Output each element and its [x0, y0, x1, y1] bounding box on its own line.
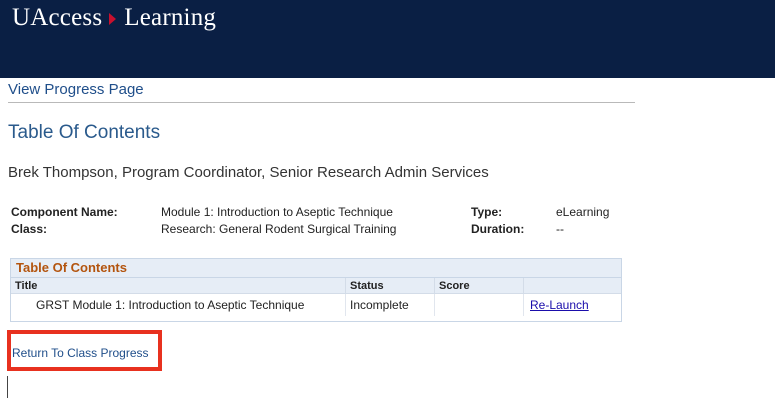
column-header-title: Title [11, 278, 346, 294]
row-action-cell: Re-Launch [523, 293, 621, 316]
toc-header-row: Title Status Score [11, 278, 621, 294]
divider [8, 102, 635, 103]
brand-separator-icon [109, 13, 117, 25]
column-header-status: Status [345, 278, 435, 294]
type-label: Type: [471, 205, 503, 219]
row-score [434, 293, 524, 316]
meta-row-component: Component Name: Module 1: Introduction t… [11, 205, 631, 222]
page: UAccess Learning View Progress Page Tabl… [0, 0, 775, 398]
row-status: Incomplete [345, 293, 435, 316]
table-row: GRST Module 1: Introduction to Aseptic T… [11, 293, 621, 316]
frame-edge-line [7, 376, 8, 398]
meta-row-class: Class: Research: General Rodent Surgical… [11, 222, 631, 239]
header-bar: UAccess Learning [0, 0, 775, 78]
brand-logo[interactable]: UAccess Learning [12, 4, 216, 32]
class-label: Class: [11, 222, 48, 236]
toc-caption: Table Of Contents [11, 259, 621, 278]
column-header-action [523, 278, 621, 294]
row-title: GRST Module 1: Introduction to Aseptic T… [11, 293, 346, 316]
person-info: Brek Thompson, Program Coordinator, Seni… [8, 164, 489, 181]
component-name-label: Component Name: [11, 205, 118, 219]
toc-table: Title Status Score GRST Module 1: Introd… [11, 278, 621, 316]
column-header-score: Score [434, 278, 524, 294]
toc-panel: Table Of Contents Title Status Score GRS… [10, 258, 622, 322]
brand-learning: Learning [124, 4, 217, 31]
component-meta: Component Name: Module 1: Introduction t… [11, 205, 631, 239]
relaunch-link[interactable]: Re-Launch [528, 298, 589, 312]
brand-uaccess: UAccess [12, 4, 103, 31]
component-name-value: Module 1: Introduction to Aseptic Techni… [161, 205, 393, 219]
duration-value: -- [556, 222, 564, 236]
return-to-class-progress-link[interactable]: Return To Class Progress [12, 346, 149, 360]
type-value: eLearning [556, 205, 610, 219]
page-title: Table Of Contents [8, 122, 161, 143]
class-value: Research: General Rodent Surgical Traini… [161, 222, 397, 236]
duration-label: Duration: [471, 222, 525, 236]
view-progress-page-link[interactable]: View Progress Page [8, 81, 144, 98]
